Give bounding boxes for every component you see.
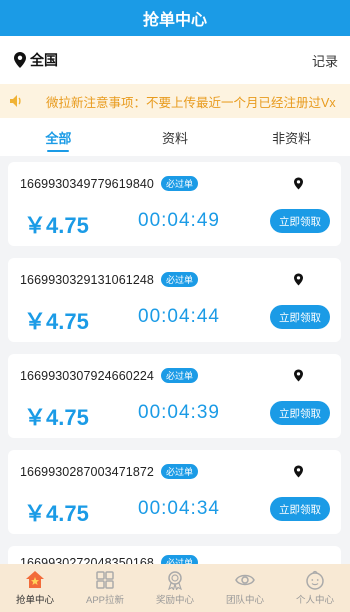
order-card: 1669930307924660224 必过单 ￥4.75 00:04:39 立… bbox=[8, 354, 341, 438]
must-pass-badge: 必过单 bbox=[161, 464, 199, 479]
claim-button[interactable]: 立即领取 bbox=[270, 497, 330, 521]
nav-label: APP拉新 bbox=[85, 595, 124, 606]
nav-app-invite[interactable]: APP拉新 bbox=[70, 564, 140, 612]
city-selector[interactable]: 全国 bbox=[30, 50, 58, 70]
notice-bar: 微拉新注意事项：不要上传最近一个月已经注册过Vx bbox=[0, 84, 350, 118]
eye-icon bbox=[235, 574, 255, 586]
location-bar: 全国 记录 bbox=[0, 36, 350, 84]
countdown-timer: 00:04:49 bbox=[138, 210, 220, 231]
claim-button[interactable]: 立即领取 bbox=[270, 305, 330, 329]
order-price: ￥4.75 bbox=[24, 213, 89, 238]
order-card: 1669930349779619840 必过单 ￥4.75 00:04:49 立… bbox=[8, 162, 341, 246]
claim-button[interactable]: 立即领取 bbox=[270, 401, 330, 425]
must-pass-badge: 必过单 bbox=[161, 555, 199, 564]
record-link[interactable]: 记录 bbox=[312, 51, 338, 70]
nav-label: 抢单中心 bbox=[15, 595, 54, 606]
tab-all[interactable]: 全部 bbox=[0, 118, 117, 156]
location-pin-icon bbox=[294, 273, 303, 286]
nav-label: 奖励中心 bbox=[155, 595, 194, 606]
nav-rewards[interactable]: 奖励中心 bbox=[140, 564, 210, 612]
notice-text: 微拉新注意事项：不要上传最近一个月已经注册过Vx bbox=[46, 95, 336, 110]
tab-non-material[interactable]: 非资料 bbox=[233, 118, 350, 156]
order-id: 1669930349779619840 bbox=[20, 177, 154, 191]
house-star-icon bbox=[26, 571, 44, 588]
order-price: ￥4.75 bbox=[24, 309, 89, 334]
location-pin-icon bbox=[294, 369, 303, 382]
order-list: 1669930349779619840 必过单 ￥4.75 00:04:49 立… bbox=[0, 162, 350, 564]
order-id: 1669930272048350168 bbox=[20, 556, 154, 564]
category-tabs: 全部 资料 非资料 bbox=[0, 118, 350, 156]
countdown-timer: 00:04:44 bbox=[138, 306, 220, 327]
order-id: 1669930287003471872 bbox=[20, 465, 154, 479]
nav-grab-orders[interactable]: 抢单中心 bbox=[0, 564, 70, 612]
page-header: 抢单中心 bbox=[0, 0, 350, 36]
must-pass-badge: 必过单 bbox=[161, 368, 199, 383]
order-card: 1669930287003471872 必过单 ￥4.75 00:04:34 立… bbox=[8, 450, 341, 534]
order-price: ￥4.75 bbox=[24, 405, 89, 430]
location-pin-icon bbox=[294, 465, 303, 478]
grid-icon bbox=[96, 571, 114, 589]
must-pass-badge: 必过单 bbox=[161, 176, 199, 191]
order-id: 1669930307924660224 bbox=[20, 369, 154, 383]
nav-label: 个人中心 bbox=[295, 595, 334, 606]
medal-icon bbox=[168, 571, 182, 590]
bottom-nav: 抢单中心 APP拉新 奖励中心 团队中心 个人中心 bbox=[0, 564, 350, 612]
speaker-icon bbox=[10, 95, 21, 107]
page-title: 抢单中心 bbox=[142, 12, 207, 29]
claim-button[interactable]: 立即领取 bbox=[270, 209, 330, 233]
order-card: 1669930329131061248 必过单 ￥4.75 00:04:44 立… bbox=[8, 258, 341, 342]
countdown-timer: 00:04:39 bbox=[138, 402, 220, 423]
nav-profile[interactable]: 个人中心 bbox=[280, 564, 350, 612]
order-card: 1669930272048350168 必过单 bbox=[8, 546, 341, 564]
order-price: ￥4.75 bbox=[24, 501, 89, 526]
location-pin-icon bbox=[294, 177, 303, 190]
nav-team[interactable]: 团队中心 bbox=[210, 564, 280, 612]
order-id: 1669930329131061248 bbox=[20, 273, 154, 287]
nav-label: 团队中心 bbox=[225, 595, 264, 606]
location-pin-icon bbox=[14, 52, 26, 68]
tab-material[interactable]: 资料 bbox=[117, 118, 234, 156]
face-icon bbox=[306, 570, 324, 590]
must-pass-badge: 必过单 bbox=[161, 272, 199, 287]
countdown-timer: 00:04:34 bbox=[138, 498, 220, 519]
